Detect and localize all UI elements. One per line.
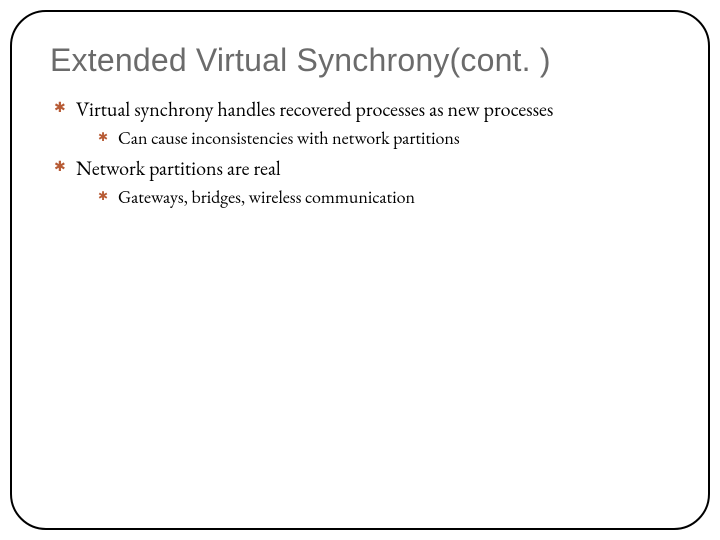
bullet-text: Network partitions are real <box>76 155 281 181</box>
sub-bullet-text: Gateways, bridges, wireless communicatio… <box>118 186 415 209</box>
sub-bullet-item: Can cause inconsistencies with network p… <box>98 127 670 150</box>
bullet-text: Virtual synchrony handles recovered proc… <box>76 96 553 122</box>
sub-bullet-list: Can cause inconsistencies with network p… <box>76 127 670 150</box>
bullet-list: Virtual synchrony handles recovered proc… <box>50 97 670 209</box>
sub-bullet-list: Gateways, bridges, wireless communicatio… <box>76 186 670 209</box>
sub-bullet-item: Gateways, bridges, wireless communicatio… <box>98 186 670 209</box>
bullet-item: Virtual synchrony handles recovered proc… <box>54 97 670 150</box>
slide-frame: Extended Virtual Synchrony(cont. ) Virtu… <box>10 10 710 530</box>
sub-bullet-text: Can cause inconsistencies with network p… <box>118 127 460 150</box>
slide-title: Extended Virtual Synchrony(cont. ) <box>50 42 670 79</box>
bullet-item: Network partitions are real Gateways, br… <box>54 156 670 209</box>
